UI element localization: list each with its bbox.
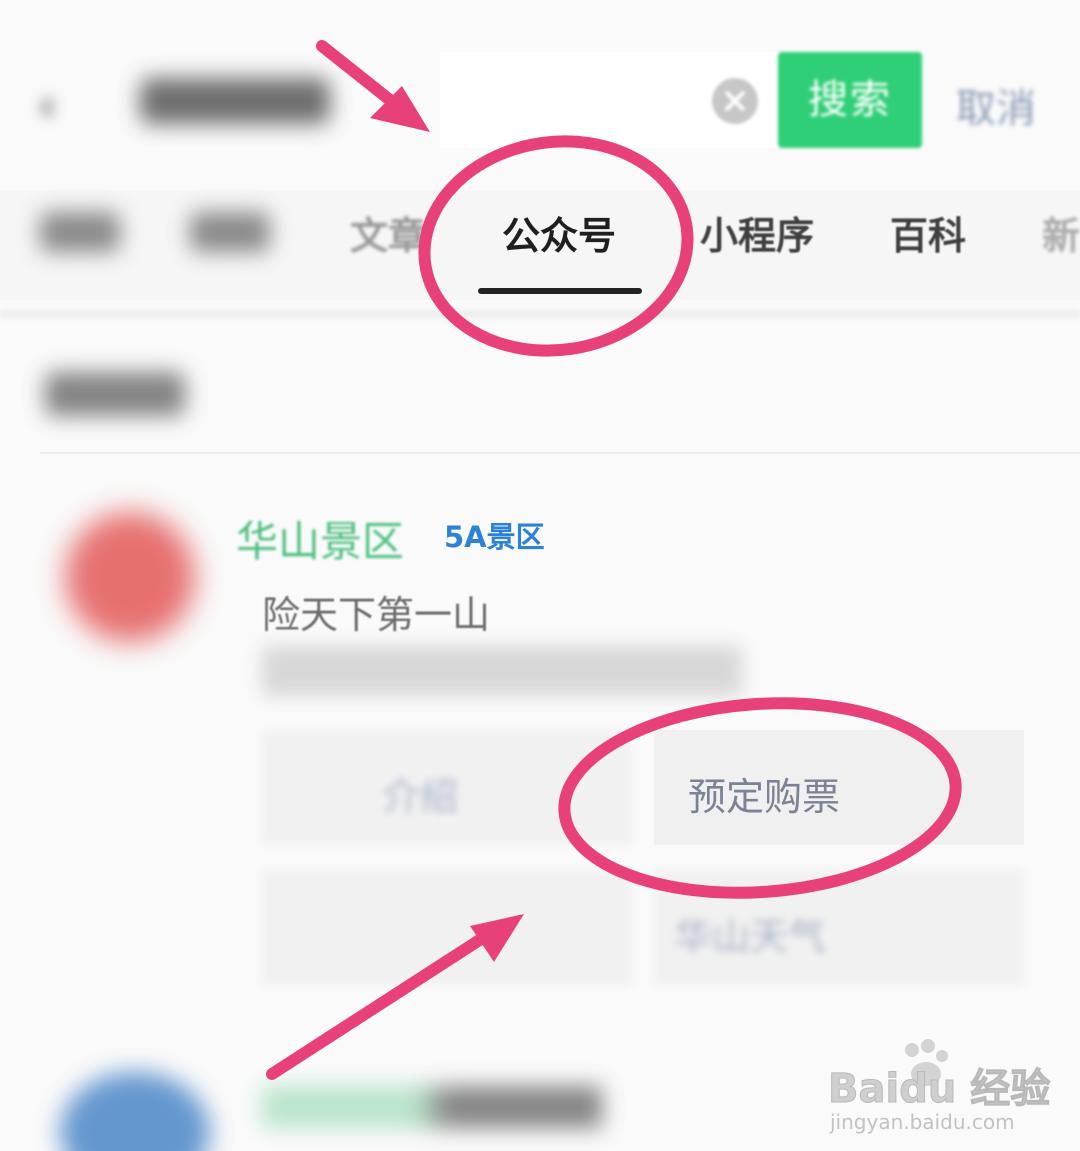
menu-articles-button[interactable] bbox=[262, 870, 632, 985]
menu-ticket-button[interactable]: 预定购票 bbox=[654, 730, 1024, 845]
annotation-arrowhead-top bbox=[370, 86, 430, 132]
search-button[interactable]: 搜索 bbox=[778, 52, 922, 148]
tab-news[interactable]: 新 bbox=[1042, 205, 1080, 260]
tab-articles[interactable]: 文章 bbox=[350, 205, 426, 260]
menu-intro-label: 介绍 bbox=[382, 775, 459, 819]
tab-divider bbox=[0, 310, 1080, 318]
search-results-page: ‹ 搜索 取消 文章 公众号 小程序 百科 新 华山景区 5A景区 险天下第一山… bbox=[0, 0, 1080, 1151]
annotation-arrow-top bbox=[316, 40, 416, 122]
account-avatar[interactable] bbox=[65, 512, 195, 642]
account-slogan: 险天下第一山 bbox=[262, 593, 491, 637]
tab-baike[interactable]: 百科 bbox=[890, 205, 966, 260]
section-divider bbox=[40, 452, 1080, 454]
watermark-logo-text: Baidu 经验 bbox=[827, 1066, 1051, 1113]
active-tab-indicator bbox=[478, 288, 642, 294]
account-name[interactable]: 华山景区 bbox=[236, 508, 404, 569]
menu-weather-button[interactable]: 华山天气 bbox=[654, 870, 1024, 985]
menu-intro-button[interactable]: 介绍 bbox=[262, 730, 632, 845]
result2-name[interactable] bbox=[262, 1086, 602, 1128]
result2-avatar[interactable] bbox=[60, 1072, 210, 1151]
back-chevron-icon[interactable]: ‹ bbox=[38, 78, 56, 132]
account-badge: 5A景区 bbox=[444, 520, 545, 554]
tab-official-accounts[interactable]: 公众号 bbox=[502, 205, 616, 260]
account-description bbox=[262, 646, 742, 696]
tab-mini-programs[interactable]: 小程序 bbox=[700, 205, 814, 260]
menu-weather-label: 华山天气 bbox=[674, 915, 827, 959]
baidu-jingyan-watermark: Baidu 经验 jingyan.baidu.com bbox=[827, 1036, 1051, 1146]
tab-video[interactable] bbox=[190, 212, 270, 252]
menu-ticket-label: 预定购票 bbox=[688, 775, 841, 819]
cancel-button[interactable]: 取消 bbox=[956, 76, 1036, 134]
section-label bbox=[45, 372, 185, 416]
tab-all[interactable] bbox=[40, 212, 120, 252]
clear-icon[interactable] bbox=[712, 78, 758, 124]
watermark-url: jingyan.baidu.com bbox=[830, 1110, 1015, 1134]
search-query-text bbox=[140, 78, 330, 124]
